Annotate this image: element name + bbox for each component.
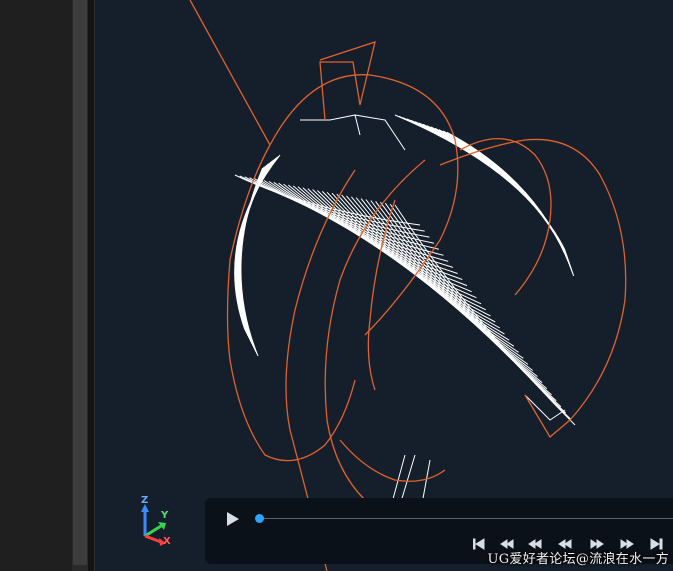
- scrollbar-thumb[interactable]: [73, 0, 87, 565]
- cutter-motion-line: [189, 0, 271, 146]
- toolpath-line: [442, 130, 574, 275]
- step-forward-icon: [590, 539, 604, 549]
- toolpath-line: [402, 117, 567, 255]
- timeline-knob[interactable]: [255, 514, 264, 523]
- toolpath-line: [418, 122, 570, 263]
- toolpath-line: [410, 119, 569, 259]
- to-start-icon: [472, 538, 485, 550]
- left-panel: [0, 0, 72, 571]
- step-back-z-icon: [558, 539, 572, 549]
- cutter-motion-line: [339, 439, 446, 482]
- triad-y-label: Y: [161, 510, 169, 521]
- play-icon: [227, 512, 239, 526]
- triad-z-label: Z: [141, 495, 149, 506]
- triad-x-label: X: [163, 536, 171, 547]
- toolpath-line: [438, 129, 573, 273]
- toolpath-line: [426, 125, 571, 267]
- toolpath-line: [398, 115, 567, 253]
- cutter-motion-line: [459, 138, 552, 296]
- toolpath-scene: [189, 0, 627, 571]
- cutter-motion-lines: [189, 0, 627, 571]
- toolpath-line: [446, 131, 575, 277]
- toolpath-line: [375, 201, 557, 402]
- scrollbar[interactable]: [72, 0, 88, 571]
- panel-divider[interactable]: [88, 0, 95, 571]
- coordinate-triad: Z Y X: [133, 495, 183, 550]
- watermark-text: UG爱好者论坛@流浪在水一方: [487, 552, 669, 567]
- toolpath-line: [414, 121, 569, 261]
- step-back-xy-icon: [528, 539, 542, 549]
- cutter-motion-line: [319, 41, 376, 121]
- toolpath-line: [287, 184, 472, 293]
- toolpath-line: [430, 126, 572, 269]
- toolpath-line: [394, 114, 566, 251]
- toolpath-line: [354, 114, 406, 151]
- timeline-track[interactable]: [259, 518, 673, 519]
- step-back-y-icon: [500, 539, 514, 549]
- play-button[interactable]: [225, 510, 241, 528]
- toolpath-line: [239, 175, 425, 232]
- cutter-motion-line: [439, 138, 627, 438]
- step-forward-2-icon: [620, 539, 634, 549]
- toolpath-lines: [234, 114, 576, 516]
- graphics-viewport[interactable]: Z Y X: [95, 0, 673, 571]
- toolpath-line: [300, 114, 361, 136]
- toolpath-line: [389, 203, 571, 420]
- toolpath-line: [278, 182, 463, 280]
